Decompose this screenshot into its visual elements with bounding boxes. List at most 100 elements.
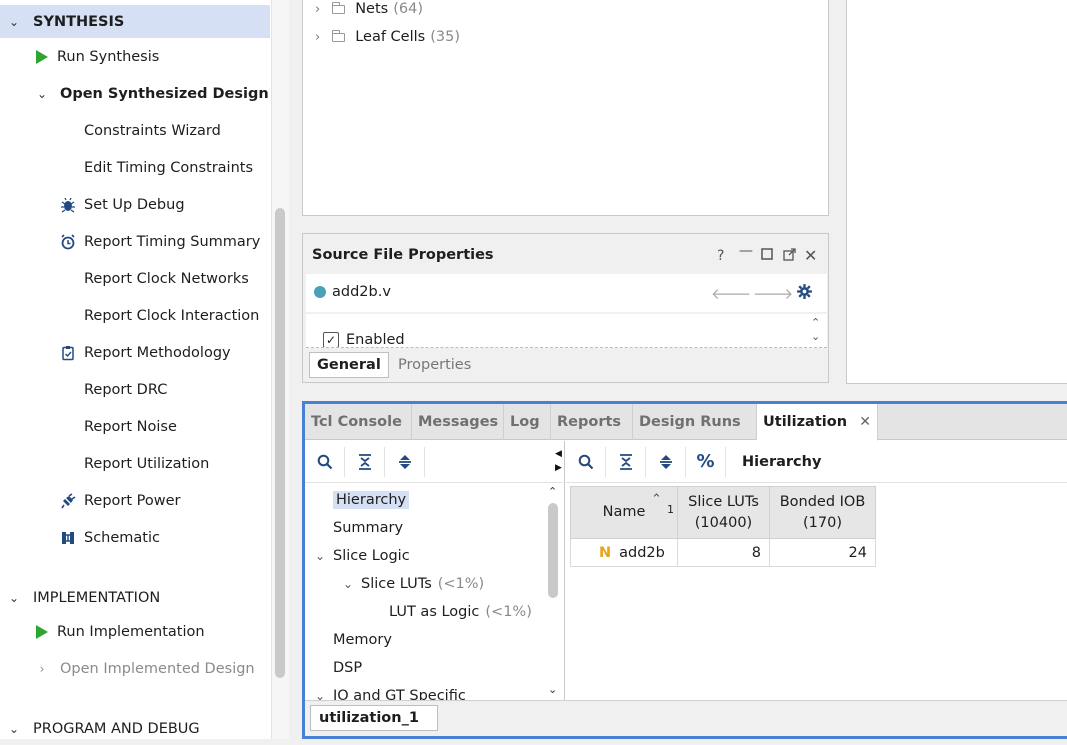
enabled-checkbox[interactable]: ✓ — [323, 332, 339, 347]
splitter-right-icon[interactable]: ▶ — [555, 463, 562, 473]
report-utilization-item[interactable]: Report Utilization — [0, 447, 270, 480]
tab-reports[interactable]: Reports — [551, 404, 633, 440]
tab-general[interactable]: General — [309, 352, 389, 378]
section-synthesis[interactable]: ⌄ SYNTHESIS — [0, 5, 270, 38]
run-icon — [32, 622, 52, 642]
collapse-all-icon[interactable] — [606, 446, 646, 477]
column-header-bonded-iob[interactable]: Bonded IOB (170) — [769, 486, 876, 539]
tab-utilization-1[interactable]: utilization_1 — [310, 705, 438, 731]
expand-all-icon[interactable] — [385, 446, 425, 477]
tree-item-slice-logic[interactable]: ⌄ Slice Logic — [315, 543, 410, 569]
chevron-down-icon[interactable]: ⌄ — [6, 15, 22, 29]
set-up-debug-item[interactable]: Set Up Debug — [0, 188, 270, 221]
constraints-wizard-label: Constraints Wizard — [84, 122, 221, 139]
report-clock-interaction-item[interactable]: Report Clock Interaction — [0, 299, 270, 332]
maximize-button[interactable] — [761, 248, 773, 264]
chevron-down-icon[interactable]: ⌄ — [6, 722, 22, 736]
splitter-left-icon[interactable]: ◀ — [555, 449, 562, 459]
search-icon[interactable] — [305, 446, 345, 477]
chevron-down-icon[interactable]: ⌄ — [343, 577, 361, 591]
chevron-right-icon[interactable]: › — [34, 662, 50, 676]
report-clock-networks-item[interactable]: Report Clock Networks — [0, 262, 270, 295]
slice-luts-percent: (<1%) — [437, 576, 485, 592]
bonded-iob-header-total: (170) — [803, 514, 842, 531]
float-button[interactable] — [783, 248, 796, 265]
scroll-up-icon[interactable]: ⌃ — [548, 485, 557, 498]
schematic-item[interactable]: Schematic — [0, 521, 270, 554]
report-drc-item[interactable]: Report DRC — [0, 373, 270, 406]
tab-log[interactable]: Log — [504, 404, 551, 440]
tab-tcl-console[interactable]: Tcl Console — [305, 404, 412, 440]
tree-scrollbar-thumb[interactable] — [548, 503, 558, 598]
netlist-panel: › Nets (64) › Leaf Cells (35) — [302, 0, 829, 216]
lut-as-logic-percent: (<1%) — [485, 604, 532, 620]
flow-navigator: ⌄ SYNTHESIS Run Synthesis ⌄ Open Synthes… — [0, 0, 289, 739]
tree-item-slice-luts-label: Slice LUTs — [361, 576, 432, 592]
scroll-down-icon[interactable]: ⌄ — [548, 683, 557, 696]
tree-item-hierarchy[interactable]: Hierarchy — [333, 487, 410, 513]
tree-item-memory[interactable]: Memory — [333, 627, 392, 653]
open-implemented-design-item[interactable]: › Open Implemented Design — [0, 652, 270, 685]
report-power-item[interactable]: Report Power — [0, 484, 270, 517]
report-timing-summary-label: Report Timing Summary — [84, 233, 261, 250]
tree-item-dsp[interactable]: DSP — [333, 655, 362, 681]
report-timing-summary-item[interactable]: Report Timing Summary — [0, 225, 270, 258]
chevron-right-icon[interactable]: › — [315, 2, 320, 17]
cell-bonded-iob: 24 — [769, 538, 876, 567]
constraints-wizard-item[interactable]: Constraints Wizard — [0, 114, 270, 147]
column-header-name[interactable]: Name ⌃ 1 — [570, 486, 678, 539]
search-icon[interactable] — [566, 446, 606, 477]
tree-item-lut-as-logic[interactable]: LUT as Logic (<1%) — [389, 599, 532, 625]
run-synthesis-item[interactable]: Run Synthesis — [0, 40, 270, 73]
chevron-down-icon[interactable]: ⌄ — [315, 549, 333, 563]
row-name: add2b — [619, 544, 665, 561]
report-methodology-item[interactable]: Report Methodology — [0, 336, 270, 369]
minimize-button[interactable]: — — [739, 243, 753, 259]
open-synthesized-design-item[interactable]: ⌄ Open Synthesized Design — [0, 77, 270, 110]
report-noise-label: Report Noise — [84, 418, 177, 435]
edit-timing-constraints-item[interactable]: Edit Timing Constraints — [0, 151, 270, 184]
table-row[interactable]: Nadd2b 8 24 — [570, 538, 876, 567]
cell-slice-luts: 8 — [677, 538, 770, 567]
close-button[interactable]: ✕ — [804, 246, 817, 265]
tab-design-runs[interactable]: Design Runs — [633, 404, 757, 440]
section-implementation[interactable]: ⌄ IMPLEMENTATION — [0, 581, 270, 614]
folder-icon — [332, 29, 346, 42]
sort-ascending-icon: ⌃ — [651, 492, 662, 507]
back-arrow-icon[interactable]: 🡐 — [711, 284, 751, 303]
forward-arrow-icon[interactable]: 🡒 — [753, 284, 793, 303]
expand-all-icon[interactable] — [646, 446, 686, 477]
scroll-down-icon[interactable]: ⌄ — [811, 330, 820, 343]
bug-icon — [58, 195, 78, 215]
chevron-down-icon[interactable]: ⌄ — [34, 87, 50, 101]
help-button[interactable]: ? — [717, 248, 724, 264]
collapse-all-icon[interactable] — [345, 446, 385, 477]
run-implementation-label: Run Implementation — [57, 623, 205, 640]
column-header-slice-luts[interactable]: Slice LUTs (10400) — [677, 486, 770, 539]
section-program-and-debug[interactable]: ⌄ PROGRAM AND DEBUG — [0, 712, 270, 745]
hierarchy-title: Hierarchy — [742, 453, 822, 470]
report-utilization-label: Report Utilization — [84, 455, 210, 472]
section-implementation-label: IMPLEMENTATION — [33, 589, 161, 606]
tab-messages[interactable]: Messages — [412, 404, 504, 440]
run-implementation-item[interactable]: Run Implementation — [0, 615, 270, 648]
tree-row-nets[interactable]: › Nets (64) — [315, 0, 423, 20]
chevron-down-icon[interactable]: ⌄ — [6, 591, 22, 605]
scroll-up-icon[interactable]: ⌃ — [811, 316, 820, 329]
tree-item-slice-luts[interactable]: ⌄ Slice LUTs (<1%) — [343, 571, 484, 597]
tree-item-summary[interactable]: Summary — [333, 515, 403, 541]
slice-luts-header-label: Slice LUTs — [688, 493, 759, 510]
tree-toolbar: ◀ ▶ — [305, 441, 563, 483]
tree-row-leaf-cells[interactable]: › Leaf Cells (35) — [315, 26, 460, 48]
chevron-right-icon[interactable]: › — [315, 30, 320, 45]
close-tab-icon[interactable]: ✕ — [859, 414, 871, 430]
flow-scrollbar-thumb[interactable] — [275, 208, 285, 678]
percent-toggle-button[interactable]: % — [686, 446, 726, 477]
tab-properties[interactable]: Properties — [391, 352, 478, 378]
tab-utilization[interactable]: Utilization ✕ — [757, 404, 878, 441]
set-up-debug-label: Set Up Debug — [84, 196, 185, 213]
report-noise-item[interactable]: Report Noise — [0, 410, 270, 443]
tree-item-hierarchy-label: Hierarchy — [333, 491, 410, 509]
gear-icon[interactable] — [796, 283, 813, 304]
table-toolbar: % Hierarchy — [566, 441, 1067, 483]
